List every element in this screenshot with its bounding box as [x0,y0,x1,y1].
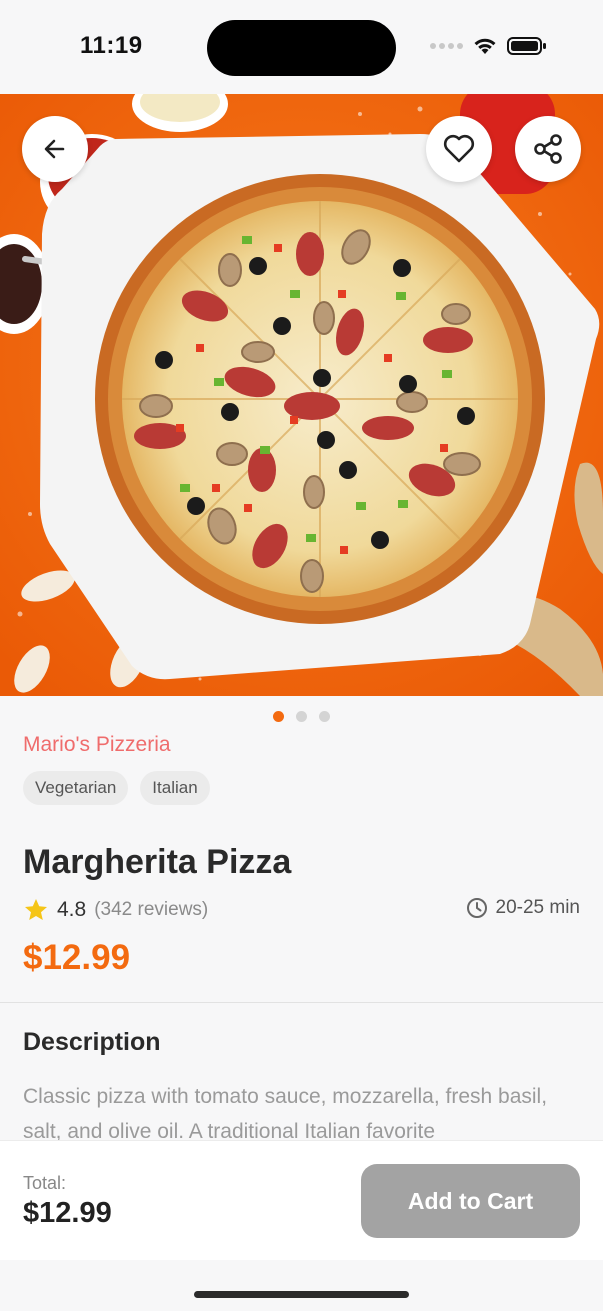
clock-icon [466,898,487,918]
share-icon [534,134,562,164]
carousel-dot-3[interactable] [319,711,330,722]
star-icon [25,899,47,920]
home-indicator-area [0,1260,603,1311]
heart-icon [443,134,475,163]
delivery-time-text: 20-25 min [495,897,581,918]
battery-icon [507,37,546,55]
wifi-icon [474,38,496,54]
rating: 4.8 (342 reviews) [23,897,208,923]
item-price: $12.99 [23,938,131,977]
description-heading: Description [23,1028,161,1056]
pizza-photo [0,94,603,696]
rating-value: 4.8 [57,898,87,921]
carousel-dot-2[interactable] [296,711,307,722]
back-button[interactable] [22,116,88,182]
favorite-button[interactable] [426,116,492,182]
tag-italian: Italian [140,771,210,805]
status-bar: 11:19 [0,0,603,94]
product-image-carousel[interactable] [0,94,603,696]
tag-list: Vegetarian Italian [23,771,210,805]
carousel-indicator [0,711,603,722]
divider [0,1002,603,1003]
status-time: 11:19 [80,32,143,59]
share-button[interactable] [515,116,581,182]
total-label: Total: [23,1173,67,1193]
add-to-cart-button[interactable]: Add to Cart [361,1164,580,1238]
status-icons [430,36,547,56]
carousel-dot-1[interactable] [273,711,284,722]
total-value: $12.99 [23,1197,112,1229]
tag-vegetarian: Vegetarian [23,771,129,805]
description-text: Classic pizza with tomato sauce, mozzare… [23,1085,548,1141]
home-indicator[interactable] [194,1291,409,1298]
restaurant-name[interactable]: Mario's Pizzeria [23,733,171,757]
arrow-left-icon [44,139,65,159]
cellular-signal-icon [430,43,463,49]
checkout-bar: Total: $12.99 Add to Cart [0,1140,603,1260]
item-title: Margherita Pizza [23,843,292,881]
review-count[interactable]: (342 reviews) [94,899,208,921]
dynamic-island [207,20,396,76]
delivery-time: 20-25 min [466,897,581,919]
